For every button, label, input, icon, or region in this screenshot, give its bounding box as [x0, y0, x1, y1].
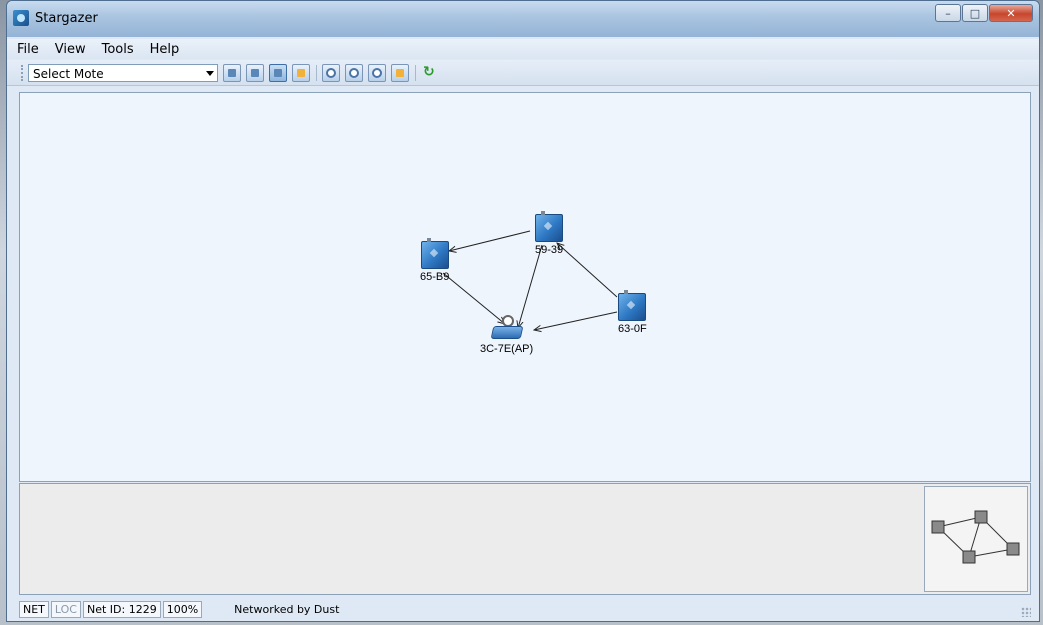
minimize-button[interactable]: – [935, 4, 961, 22]
node-label: 65-B9 [420, 271, 450, 283]
node-label: 59-39 [535, 244, 564, 256]
fit-button[interactable] [269, 63, 287, 82]
zoom-button[interactable] [322, 63, 340, 82]
window-controls: – □ ✕ [934, 4, 1033, 22]
mote-select[interactable]: Select Mote [28, 63, 218, 82]
link-59-39-to-65-B9 [449, 230, 531, 251]
network-canvas[interactable]: 59-39 65-B9 63-0F 3C-7E(AP) [19, 92, 1031, 482]
mote-node[interactable]: 65-B9 [420, 238, 450, 283]
link-63-0F-to-59-39 [557, 243, 618, 298]
mote-node[interactable]: 59-39 [535, 211, 564, 256]
toolbar: Select Mote [7, 60, 1039, 86]
link-63-0F-to-ap [534, 311, 618, 330]
toolbar-separator [316, 64, 317, 81]
title-bar[interactable]: Stargazer – □ ✕ [7, 1, 1039, 37]
status-zoom: 100% [162, 600, 203, 618]
app-window: Stargazer – □ ✕ File View Tools Help Sel… [6, 0, 1040, 622]
mote-icon [420, 238, 449, 269]
chevron-down-icon [206, 70, 214, 76]
network-links [442, 230, 618, 483]
access-point-node[interactable]: 3C-7E(AP) [480, 315, 533, 355]
mote-node[interactable]: 63-0F [618, 290, 647, 335]
access-point-icon [490, 315, 523, 341]
maximize-button[interactable]: □ [962, 4, 988, 22]
status-loc: LOC [50, 600, 81, 618]
close-button[interactable]: ✕ [989, 4, 1033, 22]
zoom-in-button[interactable] [345, 63, 363, 82]
mote-icon [618, 290, 647, 321]
status-net: NET [19, 600, 49, 618]
status-net-id: Net ID: 1229 [82, 600, 161, 618]
node-label: 3C-7E(AP) [480, 343, 534, 355]
menu-file[interactable]: File [17, 42, 39, 57]
toolbar-separator [415, 64, 416, 81]
status-bar: NET LOC Net ID: 1229 100% Networked by D… [19, 599, 1031, 619]
minimap[interactable] [924, 486, 1028, 592]
mote-button[interactable] [246, 63, 264, 82]
window-title: Stargazer [35, 11, 98, 26]
menu-view[interactable]: View [55, 42, 86, 57]
mote-select-value: Select Mote [33, 66, 104, 81]
mote-icon [535, 211, 564, 242]
menu-help[interactable]: Help [150, 42, 180, 57]
menu-tools[interactable]: Tools [102, 42, 134, 57]
layout-button[interactable] [292, 63, 310, 82]
details-panel [19, 483, 1031, 595]
actual-size-button[interactable] [391, 63, 409, 82]
zoom-out-button[interactable] [368, 63, 386, 82]
access-point-base [490, 326, 523, 339]
resize-grip[interactable] [1021, 607, 1031, 617]
refresh-button[interactable] [421, 64, 439, 82]
node-label: 63-0F [618, 323, 647, 335]
status-text: Networked by Dust [234, 602, 340, 616]
app-icon [13, 10, 29, 26]
toolbar-grip[interactable] [21, 64, 26, 81]
minimap-graph [931, 510, 1020, 564]
view-button[interactable] [223, 63, 241, 82]
menu-bar: File View Tools Help [7, 39, 1039, 59]
